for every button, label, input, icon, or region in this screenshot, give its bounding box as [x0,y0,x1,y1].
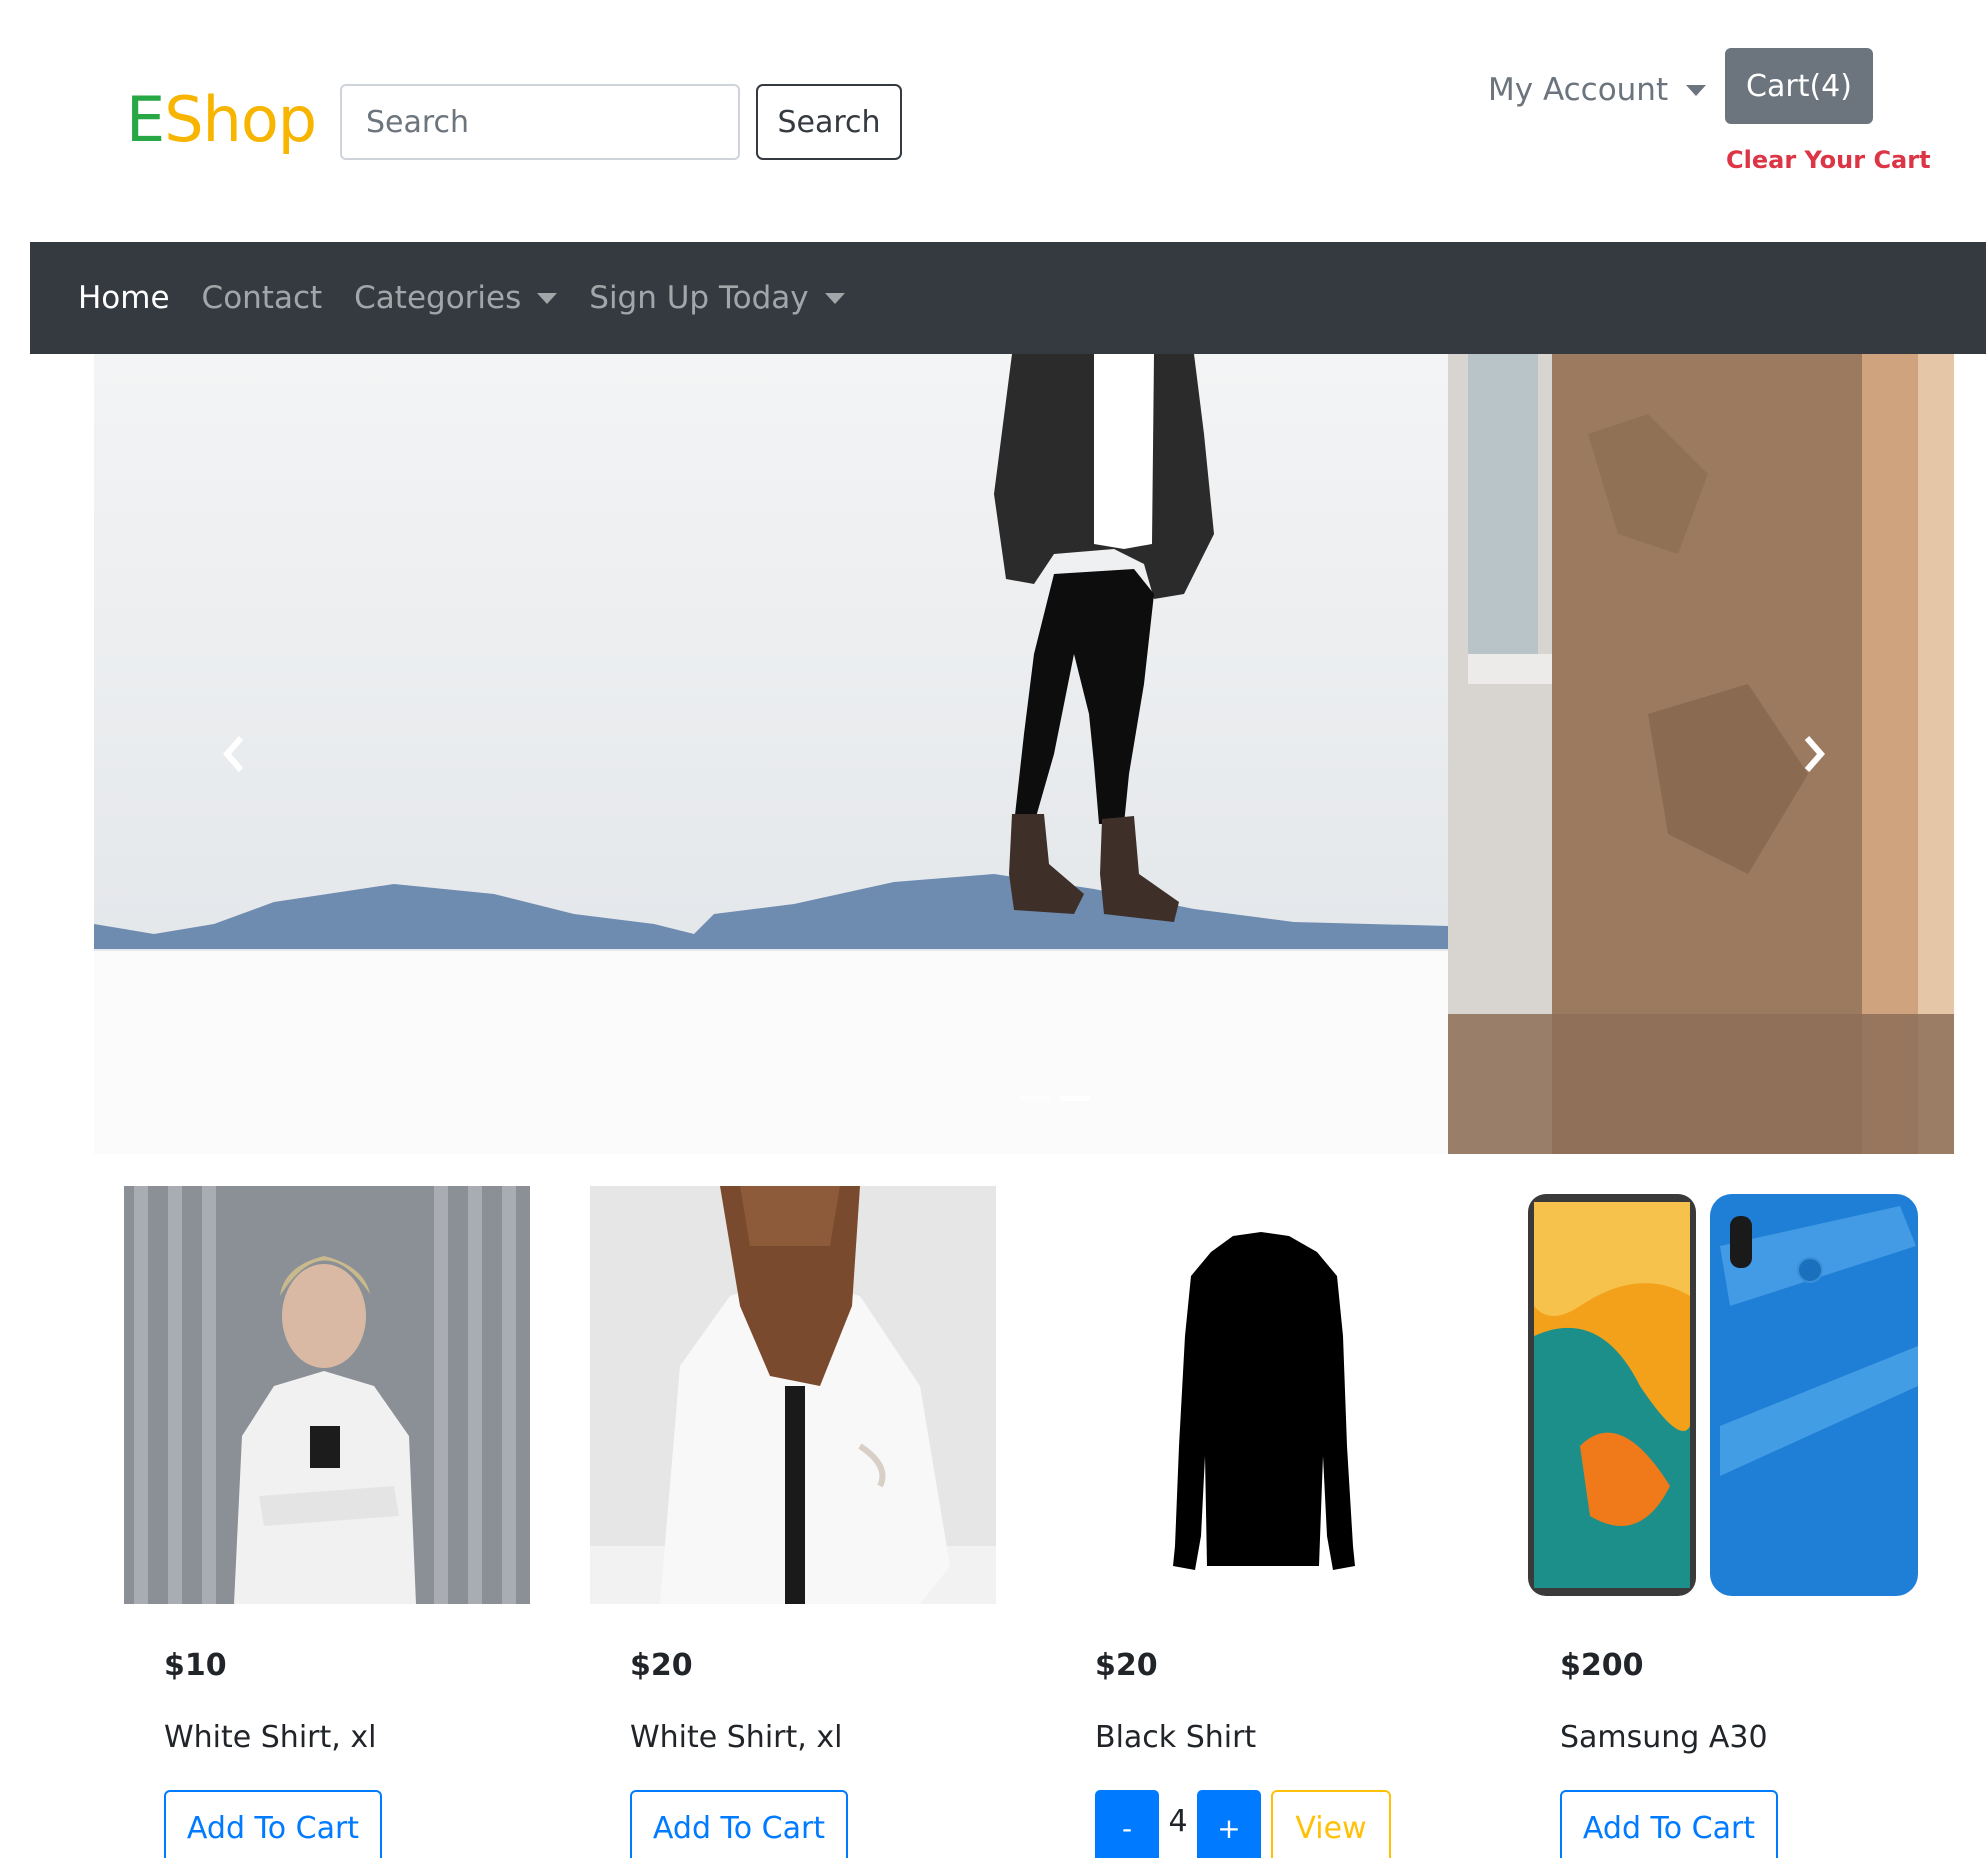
product-photo-samsung-phone [1520,1186,1926,1604]
cart-button[interactable]: Cart(4) [1725,48,1873,124]
product-image[interactable] [590,1186,996,1604]
carousel-indicator-active[interactable] [1060,1096,1090,1101]
nav-item-categories[interactable]: Categories [354,280,558,316]
add-to-cart-button[interactable]: Add To Cart [630,1790,848,1858]
nav-item-label: Home [78,280,170,316]
increase-quantity-button[interactable]: + [1197,1790,1261,1858]
my-account-dropdown[interactable]: My Account [1488,66,1707,114]
nav-item-label: Contact [201,280,323,316]
product-name: White Shirt, xl [164,1720,377,1755]
search-button[interactable]: Search [756,84,902,160]
nav-item-label: Sign Up Today [589,280,809,316]
product-card: $20 Black Shirt - 4 + View [1055,1186,1461,1858]
product-image[interactable] [1055,1186,1461,1604]
quantity-stepper: - 4 + View [1095,1790,1391,1858]
view-cart-button[interactable]: View [1271,1790,1391,1858]
product-image[interactable] [124,1186,530,1604]
logo-word-shop: Shop [164,83,317,156]
carousel-prev-button[interactable] [204,724,264,784]
carousel-next-button[interactable] [1784,724,1844,784]
logo-letter-e: E [126,83,165,156]
caret-down-icon [1686,84,1707,96]
chevron-left-icon [223,736,244,772]
quantity-value: 4 [1168,1804,1188,1839]
hero-carousel [94,354,1954,1154]
eshop-page: EShop Search My Account Cart(4) Clear Yo… [0,0,1986,1858]
my-account-label: My Account [1488,72,1669,108]
carousel-indicator[interactable] [1020,1096,1050,1101]
product-price: $10 [164,1648,227,1683]
carousel-indicators [1020,1096,1090,1101]
nav-item-sign-up[interactable]: Sign Up Today [589,280,845,316]
main-navbar: Home Contact Categories Sign Up Today [30,242,1986,354]
product-name: Black Shirt [1095,1720,1257,1755]
product-name: White Shirt, xl [630,1720,843,1755]
product-photo-black-shirt [1055,1186,1461,1604]
product-card: $20 White Shirt, xl Add To Cart [590,1186,996,1858]
nav-item-home[interactable]: Home [78,280,170,316]
product-image[interactable] [1520,1186,1926,1604]
product-photo-white-blazer-woman [590,1186,996,1604]
add-to-cart-button[interactable]: Add To Cart [164,1790,382,1858]
product-price: $200 [1560,1648,1644,1683]
product-name: Samsung A30 [1560,1720,1768,1755]
nav-item-contact[interactable]: Contact [202,280,323,316]
product-card: $200 Samsung A30 Add To Cart [1520,1186,1926,1858]
decrease-quantity-button[interactable]: - [1095,1790,1159,1858]
caret-down-icon [537,292,558,304]
carousel-slide-image [94,354,1448,1154]
nav-item-label: Categories [354,280,522,316]
clear-cart-link[interactable]: Clear Your Cart [1726,146,1931,174]
search-input[interactable] [340,84,740,160]
product-price: $20 [630,1648,693,1683]
caret-down-icon [824,292,845,304]
product-price: $20 [1095,1648,1158,1683]
eshop-logo[interactable]: EShop [126,78,317,162]
product-card: $10 White Shirt, xl Add To Cart [124,1186,530,1858]
carousel-next-slide-image [1448,354,1954,1154]
add-to-cart-button[interactable]: Add To Cart [1560,1790,1778,1858]
product-photo-white-shirt-man [124,1186,530,1604]
chevron-right-icon [1804,736,1825,772]
